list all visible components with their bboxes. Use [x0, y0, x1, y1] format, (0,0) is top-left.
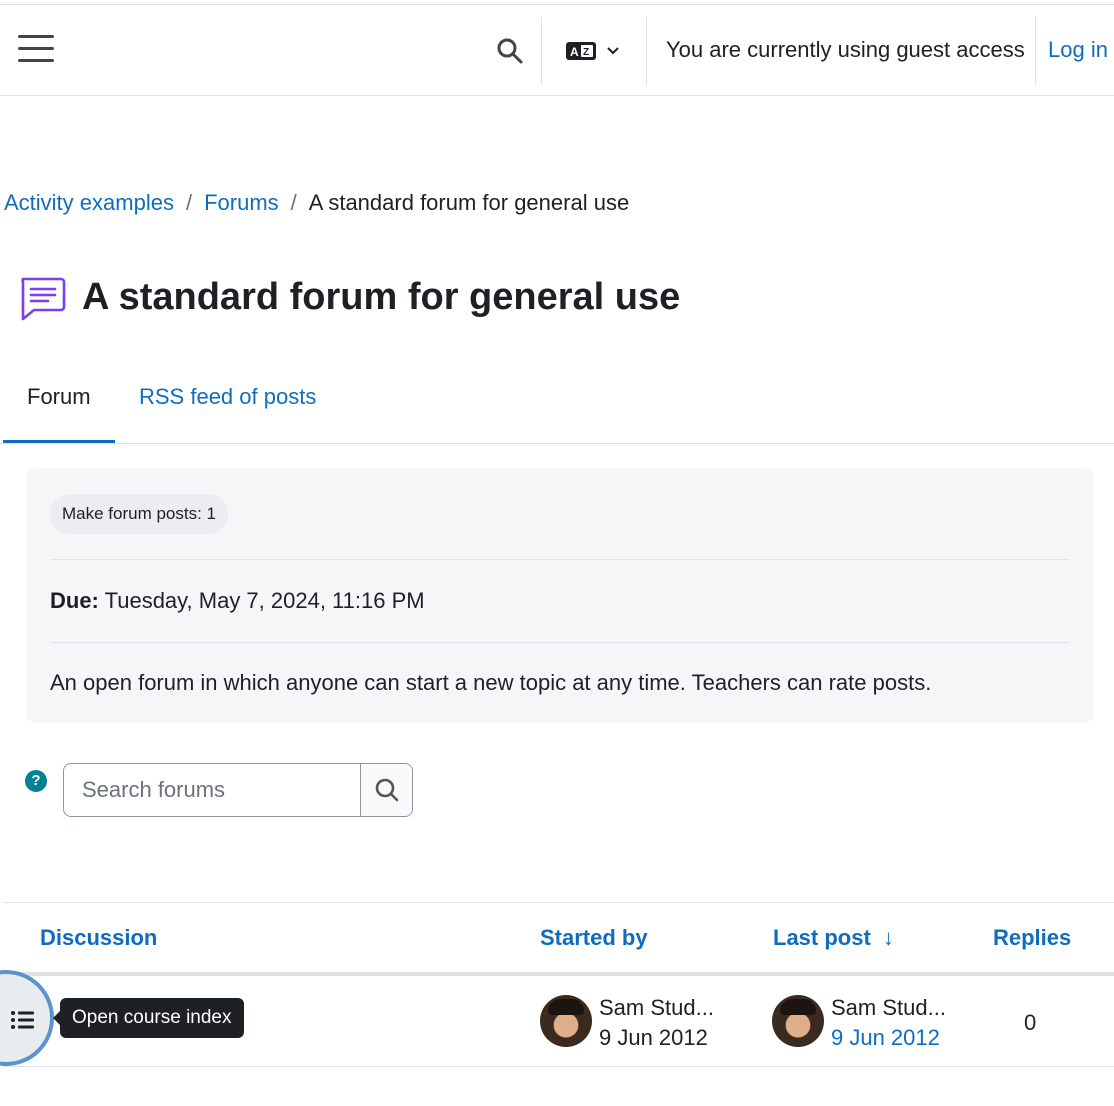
- tab-forum[interactable]: Forum: [27, 384, 91, 410]
- table-row-border: [3, 1066, 1114, 1067]
- navbar-divider: [541, 17, 542, 85]
- breadcrumb-item-activity-examples[interactable]: Activity examples: [4, 190, 174, 216]
- search-forums-input[interactable]: [64, 764, 360, 816]
- top-navbar: A Z You are currently using guest access…: [0, 4, 1114, 96]
- started-by-name: Sam Stud...: [599, 995, 714, 1020]
- divider: [50, 642, 1070, 643]
- breadcrumb-separator: /: [185, 190, 193, 215]
- search-icon: [375, 778, 399, 802]
- navbar-divider: [646, 17, 647, 85]
- started-date: 9 Jun 2012: [599, 1025, 708, 1050]
- breadcrumb-item-forums[interactable]: Forums: [204, 190, 279, 216]
- page-title: A standard forum for general use: [82, 276, 681, 318]
- last-post-name: Sam Stud...: [831, 995, 946, 1020]
- breadcrumb: Activity examples / Forums / A standard …: [4, 190, 629, 216]
- list-icon: [11, 1011, 34, 1029]
- column-header-started-by[interactable]: Started by: [540, 925, 648, 951]
- guest-access-notice: You are currently using guest access: [666, 37, 1025, 62]
- help-icon[interactable]: ?: [25, 770, 47, 792]
- search-forums-button[interactable]: [360, 764, 412, 816]
- avatar[interactable]: [772, 995, 824, 1047]
- hamburger-menu-icon[interactable]: [18, 35, 54, 67]
- last-post-label: Last post: [773, 925, 871, 950]
- tooltip-arrow: [53, 1011, 60, 1025]
- due-date: Due: Tuesday, May 7, 2024, 11:16 PM: [50, 588, 425, 614]
- avatar[interactable]: [540, 995, 592, 1047]
- table-header-border: [3, 972, 1114, 976]
- forum-icon: [18, 274, 66, 322]
- divider: [50, 559, 1070, 560]
- due-value: Tuesday, May 7, 2024, 11:16 PM: [98, 588, 425, 613]
- search-icon[interactable]: [494, 35, 526, 67]
- column-header-discussion[interactable]: Discussion: [40, 925, 157, 951]
- sort-descending-icon: ↓: [882, 925, 894, 950]
- chevron-down-icon: [607, 47, 619, 55]
- secondary-navigation: Forum RSS feed of posts: [0, 360, 1114, 444]
- svg-text:Z: Z: [583, 47, 589, 58]
- tooltip-text: Open course index: [72, 1007, 232, 1028]
- replies-count: 0: [1024, 1010, 1037, 1035]
- active-tab-indicator: [3, 440, 115, 443]
- search-forums: [63, 763, 413, 817]
- login-link[interactable]: Log in: [1048, 37, 1108, 63]
- svg-text:A: A: [570, 45, 579, 59]
- completion-requirement-badge: Make forum posts: 1: [50, 494, 229, 534]
- language-menu[interactable]: A Z: [566, 37, 620, 65]
- forum-description: An open forum in which anyone can start …: [50, 670, 932, 695]
- breadcrumb-current: A standard forum for general use: [308, 190, 630, 215]
- course-index-tooltip: Open course index: [53, 998, 244, 1038]
- column-header-replies[interactable]: Replies: [993, 925, 1071, 951]
- activity-information: Make forum posts: 1 Due: Tuesday, May 7,…: [26, 468, 1094, 723]
- breadcrumb-separator: /: [290, 190, 297, 215]
- column-header-last-post[interactable]: Last post ↓: [773, 925, 894, 951]
- last-post-date-link[interactable]: 9 Jun 2012: [831, 1025, 940, 1051]
- language-icon: A Z: [566, 42, 596, 60]
- navbar-divider: [1035, 17, 1036, 85]
- due-label: Due:: [50, 588, 99, 613]
- tab-rss-feed[interactable]: RSS feed of posts: [139, 384, 316, 410]
- open-course-index-button[interactable]: [0, 970, 54, 1066]
- table-border: [3, 902, 1114, 903]
